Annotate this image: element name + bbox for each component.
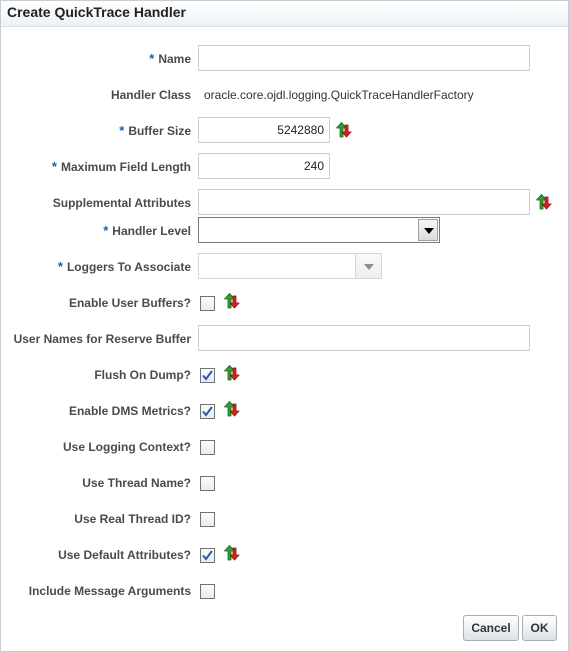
row-handler-level: * Handler Level	[1, 216, 568, 246]
checkmark-icon	[202, 550, 213, 561]
use-default-attributes-label: Use Default Attributes?	[58, 548, 191, 562]
name-label: * Name	[149, 51, 191, 66]
handler-class-value: oracle.core.ojdl.logging.QuickTraceHandl…	[204, 88, 474, 102]
use-logging-context-label: Use Logging Context?	[63, 440, 191, 454]
enable-user-buffers-label: Enable User Buffers?	[68, 296, 191, 310]
required-marker: *	[103, 223, 109, 238]
name-field[interactable]	[198, 45, 530, 71]
max-field-length-label: * Maximum Field Length	[51, 159, 191, 174]
buffer-size-field[interactable]: 5242880	[198, 117, 330, 143]
row-loggers-to-associate: * Loggers To Associate	[1, 252, 568, 282]
row-use-default-attributes: Use Default Attributes?	[1, 540, 568, 570]
enable-dms-metrics-label: Enable DMS Metrics?	[68, 404, 191, 418]
row-buffer-size: * Buffer Size 5242880	[1, 116, 568, 146]
use-thread-name-checkbox[interactable]	[200, 476, 215, 491]
loggers-to-associate-select[interactable]	[198, 253, 382, 279]
buffer-size-label: * Buffer Size	[119, 123, 191, 138]
user-names-reserve-buffer-label: User Names for Reserve Buffer	[13, 332, 191, 346]
required-marker: *	[119, 123, 125, 138]
max-field-length-field[interactable]: 240	[198, 153, 330, 179]
include-message-arguments-label: Include Message Arguments	[28, 584, 191, 598]
ok-button[interactable]: OK	[522, 615, 557, 641]
supplemental-attributes-label: Supplemental Attributes	[52, 196, 191, 210]
required-marker: *	[51, 159, 57, 174]
use-real-thread-id-label: Use Real Thread ID?	[74, 512, 191, 526]
flush-on-dump-label: Flush On Dump?	[94, 368, 191, 382]
row-enable-user-buffers: Enable User Buffers?	[1, 288, 568, 318]
use-default-attributes-checkbox[interactable]	[200, 548, 215, 563]
reset-to-default-icon[interactable]	[222, 544, 240, 562]
chevron-down-icon[interactable]	[355, 254, 381, 278]
checkmark-icon	[202, 406, 213, 417]
row-handler-class: Handler Class oracle.core.ojdl.logging.Q…	[1, 80, 568, 110]
row-supplemental-attributes: Supplemental Attributes	[1, 188, 568, 218]
row-use-thread-name: Use Thread Name?	[1, 468, 568, 498]
user-names-reserve-buffer-field[interactable]	[198, 325, 530, 351]
row-enable-dms-metrics: Enable DMS Metrics?	[1, 396, 568, 426]
cancel-button[interactable]: Cancel	[463, 615, 519, 641]
row-name: * Name	[1, 44, 568, 74]
chevron-down-icon[interactable]	[418, 219, 438, 241]
use-real-thread-id-checkbox[interactable]	[200, 512, 215, 527]
reset-to-default-icon[interactable]	[222, 292, 240, 310]
handler-level-label: * Handler Level	[103, 223, 191, 238]
include-message-arguments-checkbox[interactable]	[200, 584, 215, 599]
required-marker: *	[57, 259, 63, 274]
flush-on-dump-checkbox[interactable]	[200, 368, 215, 383]
row-user-names-reserve-buffer: User Names for Reserve Buffer	[1, 324, 568, 354]
create-quicktrace-handler-dialog: Create QuickTrace Handler * Name Handler …	[0, 0, 569, 652]
row-flush-on-dump: Flush On Dump?	[1, 360, 568, 390]
required-marker: *	[149, 51, 155, 66]
reset-to-default-icon[interactable]	[334, 121, 352, 139]
reset-to-default-icon[interactable]	[222, 400, 240, 418]
handler-class-label: Handler Class	[110, 88, 191, 102]
enable-dms-metrics-checkbox[interactable]	[200, 404, 215, 419]
checkmark-icon	[202, 370, 213, 381]
dialog-title: Create QuickTrace Handler	[7, 4, 186, 20]
use-logging-context-checkbox[interactable]	[200, 440, 215, 455]
supplemental-attributes-field[interactable]	[198, 189, 530, 215]
row-use-real-thread-id: Use Real Thread ID?	[1, 504, 568, 534]
row-include-message-arguments: Include Message Arguments	[1, 576, 568, 606]
row-use-logging-context: Use Logging Context?	[1, 432, 568, 462]
use-thread-name-label: Use Thread Name?	[82, 476, 191, 490]
dialog-titlebar: Create QuickTrace Handler	[1, 1, 568, 27]
reset-to-default-icon[interactable]	[222, 364, 240, 382]
row-max-field-length: * Maximum Field Length 240	[1, 152, 568, 182]
loggers-to-associate-label: * Loggers To Associate	[57, 259, 191, 274]
handler-level-select[interactable]	[198, 217, 440, 243]
enable-user-buffers-checkbox[interactable]	[200, 296, 215, 311]
reset-to-default-icon[interactable]	[534, 193, 552, 211]
